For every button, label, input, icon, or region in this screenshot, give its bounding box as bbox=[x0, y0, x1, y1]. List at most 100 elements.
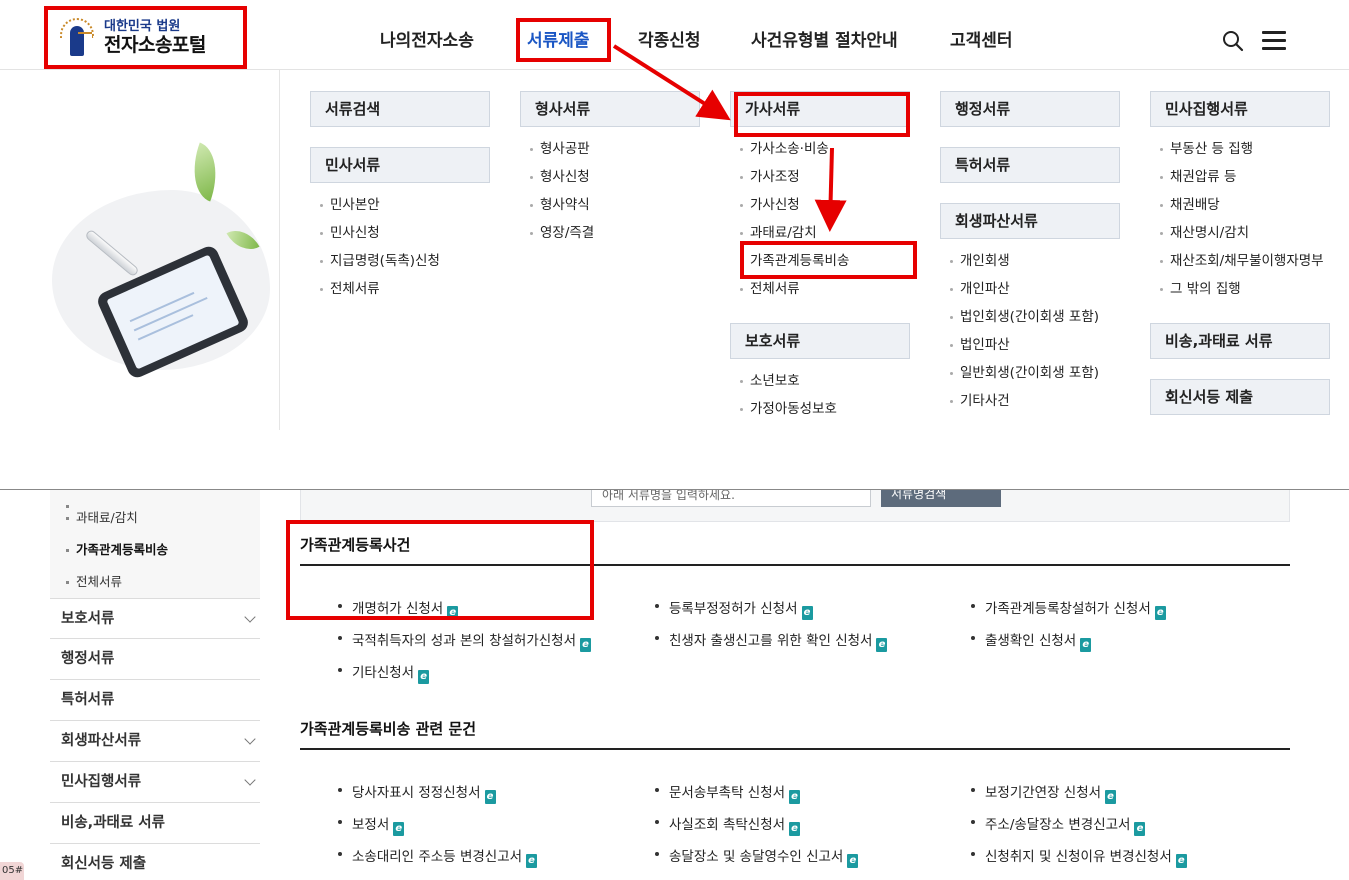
menu-item[interactable]: 형사공판 bbox=[520, 135, 700, 163]
cat-patent[interactable]: 특허서류 bbox=[940, 147, 1120, 183]
menu-item[interactable]: 전체서류 bbox=[310, 275, 490, 303]
menu-item[interactable]: 가사소송·비송 bbox=[730, 135, 910, 163]
menu-item[interactable]: 형사신청 bbox=[520, 163, 700, 191]
logo-subtitle: 대한민국 법원 bbox=[104, 19, 181, 34]
doc-link[interactable]: 보정서 e bbox=[338, 813, 405, 836]
illustration bbox=[0, 70, 280, 430]
menu-item[interactable]: 개인파산 bbox=[940, 275, 1120, 303]
cat-administrative[interactable]: 행정서류 bbox=[940, 91, 1120, 127]
e-form-icon: e bbox=[484, 790, 496, 804]
cat-civil[interactable]: 민사서류 bbox=[310, 147, 490, 183]
nav-customer-center[interactable]: 고객센터 bbox=[950, 26, 1013, 51]
section-divider bbox=[300, 748, 1290, 750]
sidebar-item-noncontentious[interactable]: 비송,과태료 서류 bbox=[50, 803, 260, 844]
cat-noncontentious[interactable]: 비송,과태료 서류 bbox=[1150, 323, 1330, 359]
menu-item[interactable]: 부동산 등 집행 bbox=[1150, 135, 1330, 163]
document-search-input[interactable]: 아래 서류명을 입력하세요. bbox=[591, 490, 871, 507]
search-icon[interactable] bbox=[1222, 30, 1244, 52]
doc-link[interactable]: 등록부정정허가 신청서 e bbox=[655, 597, 813, 620]
menu-item[interactable]: 재산명시/감치 bbox=[1150, 219, 1330, 247]
cat-protection[interactable]: 보호서류 bbox=[730, 323, 910, 359]
doc-link[interactable]: 신청취지 및 신청이유 변경신청서 e bbox=[971, 845, 1187, 868]
menu-item[interactable]: 채권배당 bbox=[1150, 191, 1330, 219]
menu-item[interactable]: 전체서류 bbox=[730, 275, 910, 303]
sidebar-item-administrative[interactable]: 행정서류 bbox=[50, 639, 260, 680]
cat-document-search[interactable]: 서류검색 bbox=[310, 91, 490, 127]
sidebar-submenu: 과태료/감치 가족관계등록비송 전체서류 bbox=[50, 490, 260, 598]
menu-item[interactable]: 영장/즉결 bbox=[520, 219, 700, 247]
menu-item[interactable]: 가사조정 bbox=[730, 163, 910, 191]
nav-procedure-guide[interactable]: 사건유형별 절차안내 bbox=[751, 26, 898, 51]
doc-link[interactable]: 사실조회 촉탁신청서 e bbox=[655, 813, 801, 836]
menu-item[interactable]: 가정아동성보호 bbox=[730, 395, 910, 423]
e-form-icon: e bbox=[1105, 790, 1117, 804]
menu-item[interactable]: 재산조회/채무불이행자명부 bbox=[1150, 247, 1330, 275]
menu-item[interactable]: 가사신청 bbox=[730, 191, 910, 219]
doc-link[interactable]: 개명허가 신청서 e bbox=[338, 597, 459, 620]
e-form-icon: e bbox=[526, 854, 538, 868]
sidebar-item-patent[interactable]: 특허서류 bbox=[50, 680, 260, 721]
menu-item[interactable]: 소년보호 bbox=[730, 367, 910, 395]
mega-menu: 서류검색 민사서류 민사본안 민사신청 지급명령(독촉)신청 전체서류 형사서류… bbox=[0, 70, 1349, 490]
cat-criminal[interactable]: 형사서류 bbox=[520, 91, 700, 127]
doc-link[interactable]: 송달장소 및 송달영수인 신고서 e bbox=[655, 845, 859, 868]
doc-link[interactable]: 주소/송달장소 변경신고서 e bbox=[971, 813, 1146, 836]
e-form-icon: e bbox=[876, 638, 888, 652]
cat-civil-execution[interactable]: 민사집행서류 bbox=[1150, 91, 1330, 127]
section-title-family-registration: 가족관계등록사건 bbox=[300, 536, 411, 554]
doc-link[interactable]: 기타신청서 e bbox=[338, 661, 430, 684]
sidebar-item-rehabilitation[interactable]: 회생파산서류 bbox=[50, 721, 260, 762]
menu-item[interactable]: 민사본안 bbox=[310, 191, 490, 219]
sidebar-item-reply-submit[interactable]: 회신서등 제출 bbox=[50, 844, 260, 880]
menu-item[interactable]: 민사신청 bbox=[310, 219, 490, 247]
chevron-down-icon bbox=[244, 774, 256, 786]
e-form-icon: e bbox=[789, 822, 801, 836]
menu-item[interactable]: 법인파산 bbox=[940, 331, 1120, 359]
menu-item[interactable]: 그 밖의 집행 bbox=[1150, 275, 1330, 303]
document-search-button[interactable]: 서류명검색 bbox=[881, 490, 1001, 507]
doc-link[interactable]: 출생확인 신청서 e bbox=[971, 629, 1092, 652]
nav-my-ecase[interactable]: 나의전자소송 bbox=[380, 26, 474, 51]
doc-link[interactable]: 보정기간연장 신청서 e bbox=[971, 781, 1117, 804]
cat-reply-submit[interactable]: 회신서등 제출 bbox=[1150, 379, 1330, 415]
site-header: 대한민국 법원 전자소송포털 나의전자소송 서류제출 각종신청 사건유형별 절차… bbox=[0, 0, 1349, 70]
menu-item[interactable]: 과태료/감치 bbox=[730, 219, 910, 247]
menu-col-1: 서류검색 민사서류 민사본안 민사신청 지급명령(독촉)신청 전체서류 bbox=[310, 91, 490, 311]
chevron-down-icon bbox=[244, 733, 256, 745]
sidebar-subitem[interactable]: 과태료/감치 bbox=[50, 502, 260, 534]
sidebar-subitem-active[interactable]: 가족관계등록비송 bbox=[50, 534, 260, 566]
hamburger-menu-icon[interactable] bbox=[1262, 31, 1286, 50]
doc-link[interactable]: 소송대리인 주소등 변경신고서 e bbox=[338, 845, 538, 868]
menu-item-family-registration[interactable]: 가족관계등록비송 bbox=[730, 247, 910, 275]
doc-link[interactable]: 국적취득자의 성과 본의 창설허가신청서 e bbox=[338, 629, 592, 652]
e-form-icon: e bbox=[418, 670, 430, 684]
left-sidebar: 과태료/감치 가족관계등록비송 전체서류 보호서류 행정서류 특허서류 회생파산… bbox=[50, 490, 260, 880]
doc-link[interactable]: 친생자 출생신고를 위한 확인 신청서 e bbox=[655, 629, 888, 652]
sidebar-item-protection[interactable]: 보호서류 bbox=[50, 598, 260, 639]
menu-col-5: 민사집행서류 부동산 등 집행 채권압류 등 채권배당 재산명시/감치 재산조회… bbox=[1150, 91, 1330, 415]
section-divider bbox=[300, 564, 1290, 566]
menu-col-2: 형사서류 형사공판 형사신청 형사약식 영장/즉결 bbox=[520, 91, 700, 255]
document-search-bar: 아래 서류명을 입력하세요. 서류명검색 bbox=[300, 490, 1290, 522]
menu-item[interactable]: 형사약식 bbox=[520, 191, 700, 219]
highlight-box-nav bbox=[516, 18, 611, 62]
doc-link[interactable]: 가족관계등록창설허가 신청서 e bbox=[971, 597, 1166, 620]
menu-col-3: 가사서류 가사소송·비송 가사조정 가사신청 과태료/감치 가족관계등록비송 전… bbox=[730, 91, 910, 431]
menu-item[interactable]: 일반회생(간이회생 포함) bbox=[940, 359, 1120, 387]
sidebar-subitem[interactable]: 전체서류 bbox=[50, 566, 260, 598]
logo-title: 전자소송포털 bbox=[104, 34, 206, 56]
site-logo[interactable]: 대한민국 법원 전자소송포털 bbox=[44, 6, 247, 69]
e-form-icon: e bbox=[847, 854, 859, 868]
cat-family[interactable]: 가사서류 bbox=[730, 91, 910, 127]
menu-item[interactable]: 개인회생 bbox=[940, 247, 1120, 275]
sidebar-item-civil-execution[interactable]: 민사집행서류 bbox=[50, 762, 260, 803]
menu-item[interactable]: 기타사건 bbox=[940, 387, 1120, 415]
cat-rehabilitation[interactable]: 회생파산서류 bbox=[940, 203, 1120, 239]
e-form-icon: e bbox=[789, 790, 801, 804]
nav-applications[interactable]: 각종신청 bbox=[638, 26, 701, 51]
doc-link[interactable]: 문서송부촉탁 신청서 e bbox=[655, 781, 801, 804]
doc-link[interactable]: 당사자표시 정정신청서 e bbox=[338, 781, 496, 804]
menu-item[interactable]: 채권압류 등 bbox=[1150, 163, 1330, 191]
menu-item[interactable]: 지급명령(독촉)신청 bbox=[310, 247, 490, 275]
menu-item[interactable]: 법인회생(간이회생 포함) bbox=[940, 303, 1120, 331]
